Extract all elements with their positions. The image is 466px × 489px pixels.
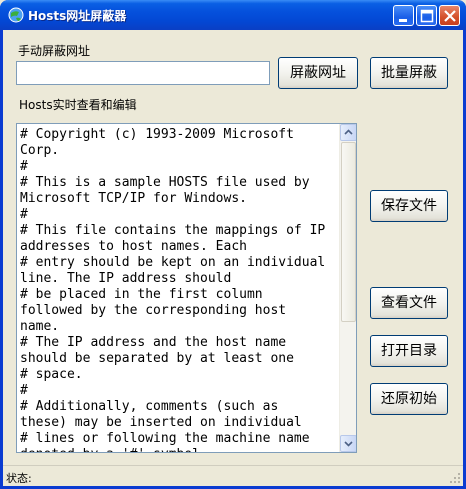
- hosts-editor-label: Hosts实时查看和编辑: [19, 98, 137, 112]
- url-input[interactable]: [16, 61, 270, 85]
- view-file-button[interactable]: 查看文件: [370, 287, 448, 319]
- minimize-button[interactable]: [393, 5, 414, 26]
- close-button[interactable]: [439, 5, 460, 26]
- close-icon: [444, 10, 456, 22]
- window-title: Hosts网址屏蔽器: [28, 9, 127, 23]
- save-file-button[interactable]: 保存文件: [370, 190, 448, 222]
- batch-block-button[interactable]: 批量屏蔽: [370, 57, 448, 89]
- hosts-editor[interactable]: # Copyright (c) 1993-2009 Microsoft Corp…: [16, 123, 357, 453]
- scroll-down-button[interactable]: [340, 435, 356, 452]
- arrow-up-icon: [344, 129, 353, 135]
- app-globe-icon: [7, 6, 25, 24]
- hosts-content[interactable]: # Copyright (c) 1993-2009 Microsoft Corp…: [20, 127, 340, 452]
- open-directory-button[interactable]: 打开目录: [370, 335, 448, 367]
- scroll-up-button[interactable]: [340, 124, 356, 141]
- manual-block-label: 手动屏蔽网址: [18, 44, 91, 58]
- resize-grip-icon[interactable]: [449, 472, 461, 484]
- vertical-scrollbar[interactable]: [339, 124, 356, 452]
- maximize-button[interactable]: [416, 5, 437, 26]
- title-bar[interactable]: Hosts网址屏蔽器: [0, 0, 466, 30]
- maximize-icon: [420, 9, 434, 23]
- arrow-down-icon: [344, 441, 353, 447]
- block-url-button[interactable]: 屏蔽网址: [278, 57, 358, 89]
- restore-default-button[interactable]: 还原初始: [370, 383, 448, 415]
- app-window: Hosts网址屏蔽器 手动屏蔽网址 屏蔽网址 批量屏蔽 Hosts实时查看和编辑…: [0, 0, 466, 489]
- status-bar: 状态:: [3, 465, 463, 486]
- scroll-thumb[interactable]: [341, 142, 356, 322]
- minimize-icon: [399, 19, 407, 22]
- status-label: 状态:: [6, 472, 32, 485]
